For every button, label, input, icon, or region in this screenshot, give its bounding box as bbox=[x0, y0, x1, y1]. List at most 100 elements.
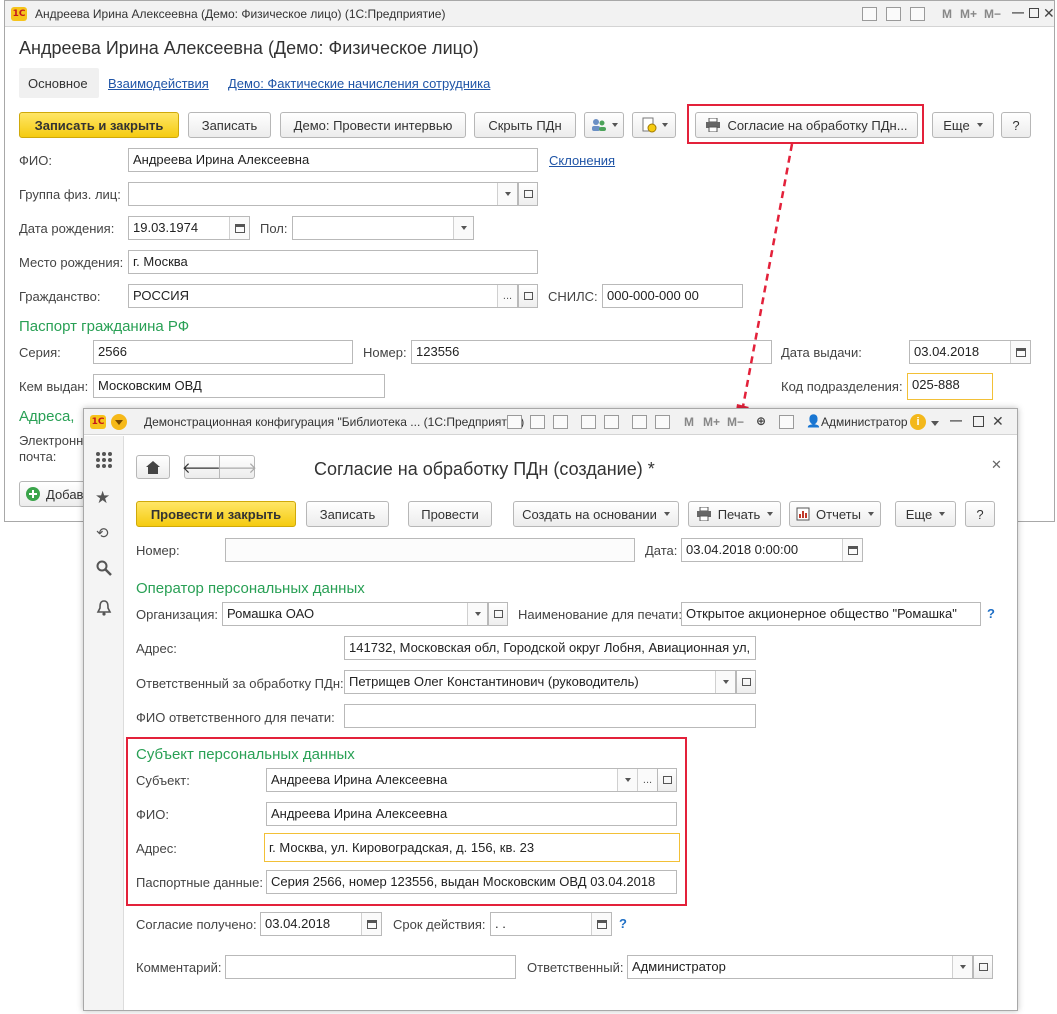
chevron-down-icon[interactable] bbox=[931, 421, 939, 426]
preview-icon[interactable] bbox=[553, 415, 568, 429]
consent-date-field[interactable]: 03.04.2018 bbox=[260, 912, 382, 936]
users-menu-button[interactable] bbox=[584, 112, 624, 138]
help-button[interactable]: ? bbox=[1001, 112, 1031, 138]
gender-field[interactable] bbox=[292, 216, 474, 240]
open-group-button[interactable] bbox=[518, 182, 538, 206]
minimize-icon[interactable]: — bbox=[1012, 5, 1024, 19]
operator-address-field[interactable]: 141732, Московская обл, Городской округ … bbox=[344, 636, 756, 660]
comment-field[interactable] bbox=[225, 955, 516, 979]
dropdown-icon[interactable] bbox=[952, 956, 972, 978]
history-icon[interactable]: ⟲ bbox=[96, 524, 109, 542]
issue-date-field[interactable]: 03.04.2018 bbox=[909, 340, 1031, 364]
fio-field[interactable]: Андреева Ирина Алексеевна bbox=[128, 148, 538, 172]
dialog-help-button[interactable]: ? bbox=[965, 501, 995, 527]
birth-date-field[interactable]: 19.03.1974 bbox=[128, 216, 250, 240]
maximize-icon[interactable] bbox=[1029, 8, 1039, 18]
org-field[interactable]: Ромашка ОАО bbox=[222, 602, 488, 626]
print-name-field[interactable]: Открытое акционерное общество "Ромашка" bbox=[681, 602, 981, 626]
citizenship-field[interactable]: РОССИЯ ... bbox=[128, 284, 518, 308]
minimize-icon[interactable]: — bbox=[950, 413, 962, 427]
consent-dialog: 1С Демонстрационная конфигурация "Библио… bbox=[83, 408, 1018, 1011]
validity-field[interactable]: . . bbox=[490, 912, 612, 936]
save-icon[interactable] bbox=[507, 415, 522, 429]
form-close-icon[interactable]: ✕ bbox=[991, 457, 1002, 473]
calculator-icon[interactable] bbox=[632, 415, 647, 429]
print-button[interactable]: Печать bbox=[688, 501, 781, 527]
calendar-icon[interactable] bbox=[361, 913, 381, 935]
help-question-icon[interactable]: ? bbox=[987, 606, 995, 621]
document-icon[interactable] bbox=[862, 7, 877, 21]
calendar-icon[interactable] bbox=[842, 539, 862, 561]
reports-button[interactable]: Отчеты bbox=[789, 501, 881, 527]
print-icon[interactable] bbox=[530, 415, 545, 429]
memory-m-icon[interactable]: M bbox=[942, 7, 952, 21]
back-button[interactable]: 🡐 bbox=[182, 455, 222, 479]
help-question-icon[interactable]: ? bbox=[619, 916, 627, 931]
export-icon[interactable] bbox=[581, 415, 596, 429]
info-icon[interactable]: i bbox=[910, 414, 926, 430]
open-responsible-button[interactable] bbox=[736, 670, 756, 694]
birth-place-field[interactable]: г. Москва bbox=[128, 250, 538, 274]
zoom-icon[interactable]: ⊕ bbox=[756, 414, 766, 428]
close-icon[interactable]: ✕ bbox=[1043, 5, 1055, 22]
create-based-button[interactable]: Создать на основании bbox=[513, 501, 679, 527]
print-icon[interactable] bbox=[886, 7, 901, 21]
open-org-button[interactable] bbox=[488, 602, 508, 626]
apps-grid-icon[interactable] bbox=[96, 452, 112, 468]
series-field[interactable]: 2566 bbox=[93, 340, 353, 364]
declensions-link[interactable]: Склонения bbox=[549, 153, 615, 168]
dropdown-icon[interactable] bbox=[467, 603, 487, 625]
dropdown-icon[interactable] bbox=[715, 671, 735, 693]
dept-code-field[interactable]: 025-888 bbox=[907, 373, 993, 400]
dialog-responsible-field[interactable]: Администратор bbox=[627, 955, 973, 979]
memory-plus-icon[interactable]: M+ bbox=[703, 415, 720, 429]
calendar-icon[interactable] bbox=[229, 217, 249, 239]
memory-minus-icon[interactable]: M− bbox=[984, 7, 1001, 21]
save-close-button[interactable]: Записать и закрыть bbox=[19, 112, 179, 138]
forward-button[interactable]: 🡒 bbox=[217, 455, 257, 479]
dialog-more-button[interactable]: Еще bbox=[895, 501, 956, 527]
dialog-save-button[interactable]: Записать bbox=[306, 501, 389, 527]
post-button[interactable]: Провести bbox=[408, 501, 492, 527]
post-close-button[interactable]: Провести и закрыть bbox=[136, 501, 296, 527]
dropdown-icon[interactable] bbox=[497, 183, 517, 205]
print-name-label: Наименование для печати: bbox=[518, 607, 682, 622]
docs-menu-button[interactable] bbox=[632, 112, 676, 138]
save-button[interactable]: Записать bbox=[188, 112, 271, 138]
number-field[interactable]: 123556 bbox=[411, 340, 772, 364]
calendar-icon[interactable] bbox=[655, 415, 670, 429]
memory-plus-icon[interactable]: M+ bbox=[960, 7, 977, 21]
copy-icon[interactable] bbox=[604, 415, 619, 429]
panel-icon[interactable] bbox=[779, 415, 794, 429]
open-dialog-responsible-button[interactable] bbox=[973, 955, 993, 979]
date-field[interactable]: 03.04.2018 0:00:00 bbox=[681, 538, 863, 562]
tab-main[interactable]: Основное bbox=[19, 68, 99, 98]
plus-circle-icon bbox=[26, 487, 40, 501]
more-button[interactable]: Еще bbox=[932, 112, 994, 138]
responsible-field[interactable]: Петрищев Олег Константинович (руководите… bbox=[344, 670, 736, 694]
open-citizenship-button[interactable] bbox=[518, 284, 538, 308]
memory-m-icon[interactable]: M bbox=[684, 415, 694, 429]
number-field[interactable] bbox=[225, 538, 635, 562]
search-icon[interactable] bbox=[96, 560, 112, 576]
hide-pd-button[interactable]: Скрыть ПДн bbox=[474, 112, 576, 138]
select-ellipsis-icon[interactable]: ... bbox=[497, 285, 517, 307]
tab-demo-accruals[interactable]: Демо: Фактические начисления сотрудника bbox=[228, 76, 490, 91]
issued-by-field[interactable]: Московским ОВД bbox=[93, 374, 385, 398]
menu-circle-icon[interactable] bbox=[111, 414, 127, 430]
user-name[interactable]: Администратор bbox=[821, 415, 908, 429]
calendar-icon[interactable] bbox=[910, 7, 925, 21]
calendar-icon[interactable] bbox=[591, 913, 611, 935]
dropdown-icon[interactable] bbox=[453, 217, 473, 239]
favorites-star-icon[interactable]: ★ bbox=[95, 488, 110, 508]
memory-minus-icon[interactable]: M− bbox=[727, 415, 744, 429]
home-button[interactable] bbox=[136, 455, 170, 479]
tab-interactions[interactable]: Взаимодействия bbox=[108, 76, 209, 91]
responsible-print-field[interactable] bbox=[344, 704, 756, 728]
bell-icon[interactable] bbox=[96, 600, 112, 616]
calendar-icon[interactable] bbox=[1010, 341, 1030, 363]
group-field[interactable] bbox=[128, 182, 518, 206]
close-icon[interactable]: ✕ bbox=[992, 413, 1004, 430]
interview-button[interactable]: Демо: Провести интервью bbox=[280, 112, 466, 138]
maximize-icon[interactable] bbox=[973, 416, 984, 427]
